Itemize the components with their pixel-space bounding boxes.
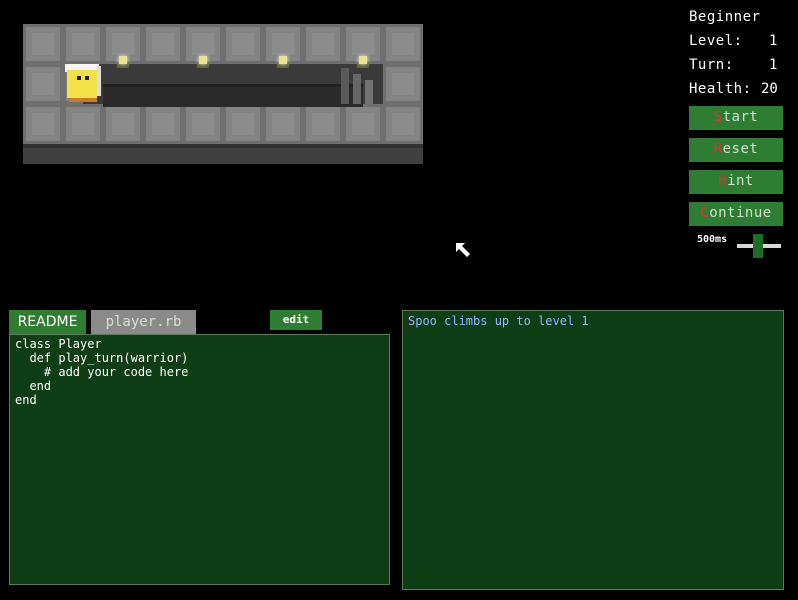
- start-hotkey: S: [713, 109, 723, 125]
- continue-label: ontinue: [709, 205, 772, 221]
- floor-tile: [23, 24, 63, 64]
- level-corridor: [83, 64, 383, 107]
- level-value: 1: [769, 33, 778, 49]
- torch-icon: [275, 54, 291, 70]
- stairs-icon: [341, 68, 381, 104]
- floor-tile: [183, 104, 223, 144]
- start-button[interactable]: Start: [689, 106, 783, 130]
- torch-icon: [115, 54, 131, 70]
- hint-button[interactable]: Hint: [689, 170, 783, 194]
- torch-icon: [195, 54, 211, 70]
- code-text: class Player def play_turn(warrior) # ad…: [15, 337, 189, 407]
- floor-tile: [63, 104, 103, 144]
- floor-tile: [383, 24, 423, 64]
- continue-button[interactable]: Continue: [689, 202, 783, 226]
- floor-tile: [223, 24, 263, 64]
- turn-value: 1: [769, 57, 778, 73]
- reset-button[interactable]: Reset: [689, 138, 783, 162]
- level-label: Level:: [689, 33, 743, 49]
- floor-tile: [103, 104, 143, 144]
- dungeon-map: [23, 24, 423, 164]
- hint-hotkey: H: [718, 173, 728, 189]
- turn-label: Turn:: [689, 57, 734, 73]
- reset-hotkey: R: [713, 141, 723, 157]
- warrior-sprite: [63, 64, 103, 104]
- reset-label: eset: [722, 141, 759, 157]
- edit-button[interactable]: edit: [270, 310, 322, 330]
- health-value: 20: [761, 81, 778, 97]
- floor-tile: [143, 24, 183, 64]
- floor-tile: [143, 104, 183, 144]
- floor-tile: [23, 64, 63, 104]
- speed-label: 500ms: [697, 234, 728, 245]
- tab-player-rb[interactable]: player.rb: [91, 310, 196, 334]
- speed-slider-handle[interactable]: [753, 234, 763, 258]
- arrow-cursor-icon: [455, 242, 471, 262]
- tab-readme[interactable]: README: [9, 310, 86, 334]
- start-label: tart: [722, 109, 759, 125]
- floor-tile: [263, 104, 303, 144]
- floor-tile: [303, 104, 343, 144]
- continue-hotkey: C: [700, 205, 710, 221]
- hint-label: int: [727, 173, 754, 189]
- log-panel: Spoo climbs up to level 1: [402, 310, 784, 590]
- code-editor[interactable]: class Player def play_turn(warrior) # ad…: [9, 334, 390, 585]
- tower-name: Beginner: [689, 9, 761, 25]
- floor-tile: [23, 104, 63, 144]
- map-floor-edge: [23, 144, 423, 164]
- floor-tile: [383, 64, 423, 104]
- corridor-floor: [103, 84, 363, 107]
- floor-tile: [63, 24, 103, 64]
- floor-tile: [383, 104, 423, 144]
- floor-tile: [343, 104, 383, 144]
- floor-tile: [303, 24, 343, 64]
- log-line: Spoo climbs up to level 1: [408, 314, 589, 328]
- floor-tile: [223, 104, 263, 144]
- health-label: Health:: [689, 81, 752, 97]
